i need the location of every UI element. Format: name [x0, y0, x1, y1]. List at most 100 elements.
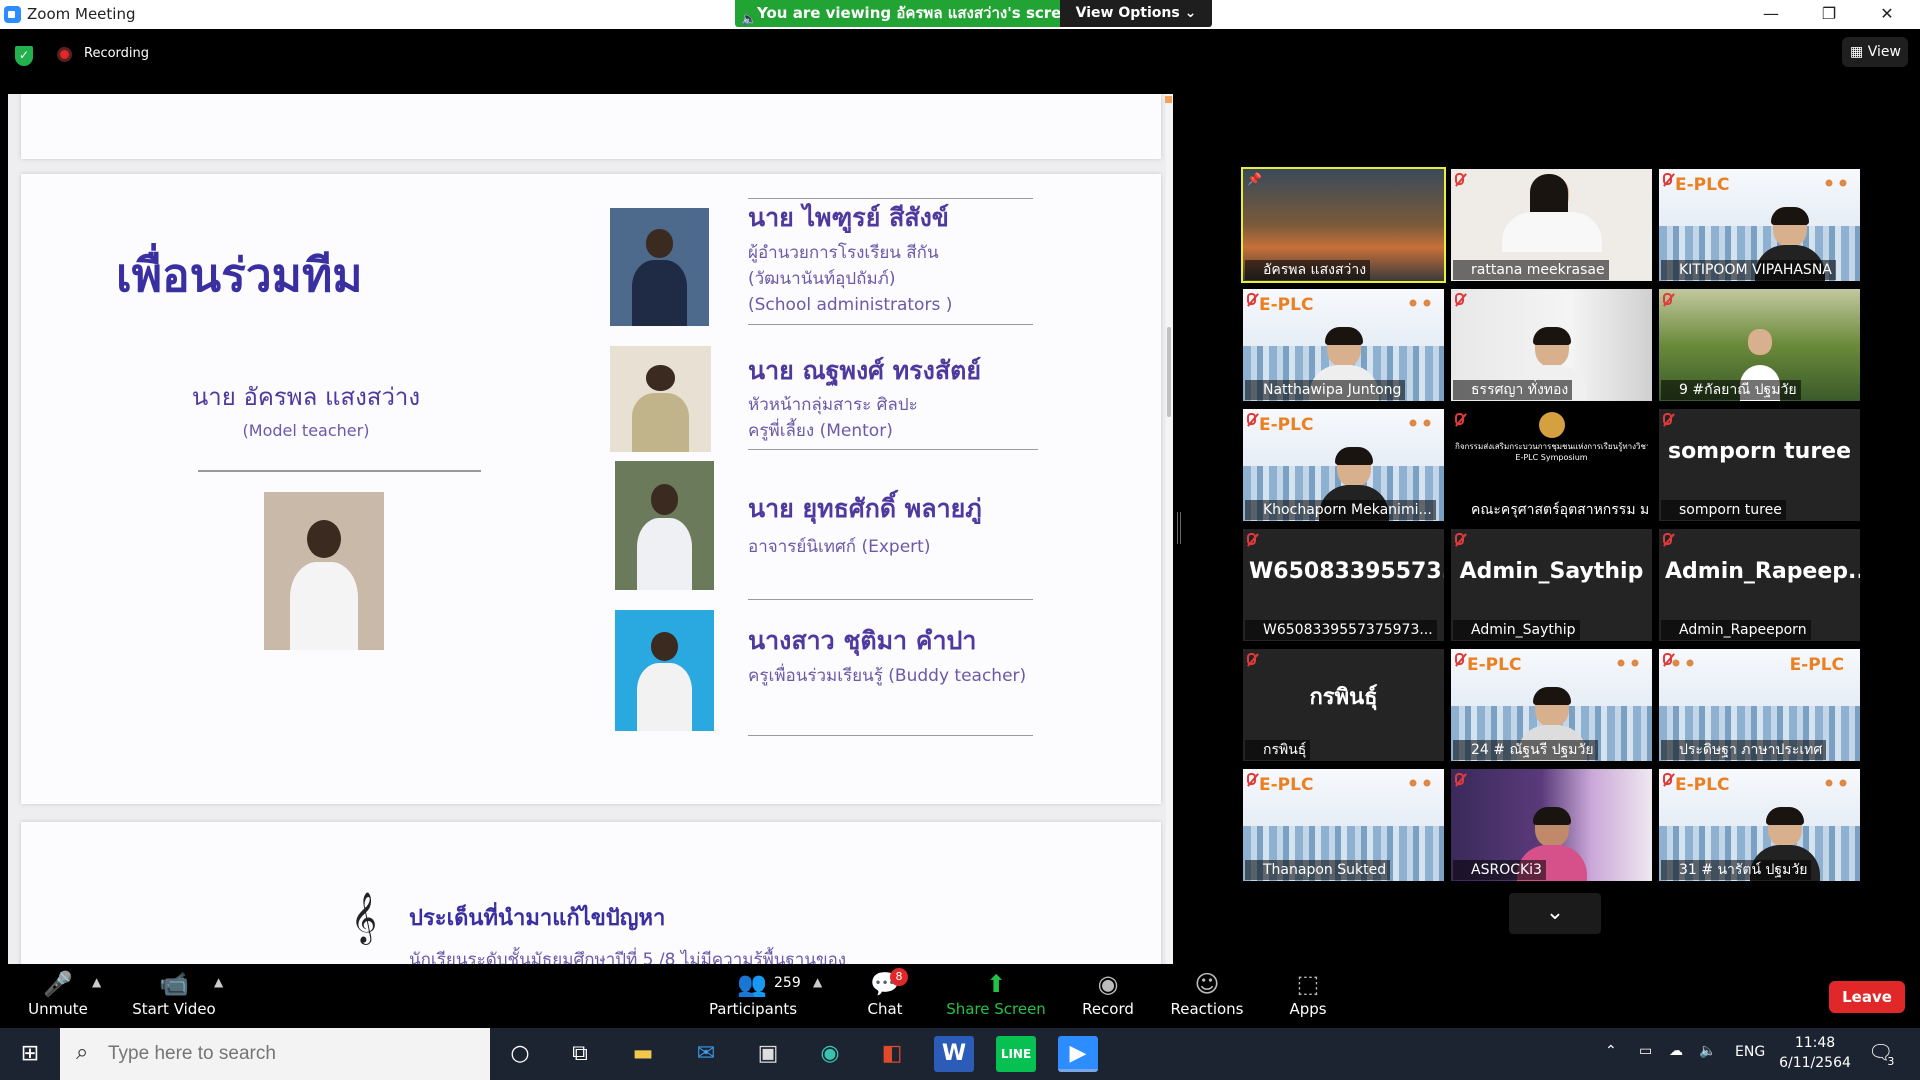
video-tile[interactable]: E-PLC Thanapon Sukted — [1243, 769, 1444, 881]
participant-name: 9 #กัลยาณี ปฐมวัย — [1661, 380, 1801, 400]
video-tile[interactable]: E-PLC KITIPOOM VIPAHASNA — [1659, 169, 1860, 281]
file-explorer-icon[interactable]: ▬ — [623, 1036, 663, 1072]
leave-button[interactable]: Leave — [1829, 981, 1905, 1013]
windows-start-button[interactable]: ⊞ — [0, 1028, 60, 1080]
video-tile[interactable]: 9 #กัลยาณี ปฐมวัย — [1659, 289, 1860, 401]
cortana-icon[interactable]: ○ — [500, 1036, 540, 1072]
network-icon[interactable]: ☁ — [1669, 1043, 1683, 1059]
spotlight-icon: 📌 — [1247, 172, 1262, 186]
muted-mic-icon — [1247, 653, 1256, 665]
muted-mic-icon — [1455, 773, 1464, 785]
video-tile[interactable]: ASROCKi3 — [1451, 769, 1652, 881]
model-teacher-photo — [264, 492, 384, 650]
grid-icon: ▦ — [1850, 44, 1868, 60]
shared-screen: เพื่อนร่วมทีม นาย อัครพล แสงสว่าง (Model… — [8, 94, 1173, 964]
task-view-icon[interactable]: ⧉ — [560, 1036, 600, 1072]
chevron-down-icon: ⌄ — [1545, 900, 1565, 925]
logo-dots — [1406, 777, 1434, 789]
participants-options-caret[interactable]: ▲ — [813, 975, 822, 989]
participant-name: Natthawipa Juntong — [1245, 380, 1406, 400]
symposium-text: กิจกรรมส่งเสริมกระบวนการชุมชนแห่งการเรีย… — [1455, 441, 1648, 463]
treble-clef-icon: 𝄞 — [351, 892, 378, 943]
scroll-marker — [1165, 96, 1172, 103]
restore-button[interactable]: ❐ — [1800, 0, 1858, 29]
taskbar-clock[interactable]: 11:48 6/11/2564 — [1770, 1033, 1860, 1073]
search-icon: ⌕ — [76, 1040, 89, 1065]
video-tile[interactable]: Admin_Rapeep... Admin_Rapeeporn — [1659, 529, 1860, 641]
mail-icon[interactable]: ✉ — [686, 1036, 726, 1072]
person-name-4: นางสาว ชุติมา คำปา — [748, 626, 977, 655]
muted-mic-icon — [1247, 413, 1256, 425]
view-button[interactable]: ▦ View — [1842, 37, 1908, 67]
reactions-icon: ☺ — [1194, 970, 1220, 998]
video-tile[interactable]: E-PLC 31 # นารัตน์ ปฐมวัย — [1659, 769, 1860, 881]
person-photo-4 — [615, 610, 714, 731]
split-resize-handle[interactable] — [1177, 512, 1181, 544]
muted-mic-icon — [1247, 293, 1256, 305]
audio-options-caret[interactable]: ▲ — [92, 975, 101, 989]
participant-name: ประดิษฐา ภาษาประเทศ — [1661, 740, 1827, 760]
divider — [748, 198, 1033, 199]
reactions-button[interactable]: ☺ Reactions — [1157, 968, 1257, 1018]
eplc-logo: E-PLC — [1259, 295, 1314, 315]
zoom-taskbar-icon[interactable]: ▶ — [1058, 1036, 1098, 1072]
language-indicator[interactable]: ENG — [1735, 1044, 1765, 1060]
video-tile[interactable]: rattana meekrasae — [1451, 169, 1652, 281]
video-tile[interactable]: Admin_Saythip Admin_Saythip — [1451, 529, 1652, 641]
muted-mic-icon — [1663, 653, 1672, 665]
video-options-caret[interactable]: ▲ — [214, 975, 223, 989]
show-hidden-icons-icon[interactable]: ⌃ — [1605, 1043, 1617, 1059]
participant-name: ธรรศญา ทั่งทอง — [1453, 380, 1573, 400]
meeting-top-bar — [0, 29, 1920, 79]
muted-mic-icon — [1663, 293, 1672, 305]
record-label: Record — [1082, 1000, 1134, 1018]
edge-icon[interactable]: ◉ — [810, 1036, 850, 1072]
eplc-logo: E-PLC — [1467, 655, 1522, 675]
chat-button[interactable]: 💬 Chat — [835, 968, 935, 1018]
model-teacher-name: นาย อัครพล แสงสว่าง — [191, 383, 421, 411]
video-tile[interactable]: อัครพล แสงสว่าง 📌 — [1241, 167, 1446, 283]
share-screen-button[interactable]: ⬆ Share Screen — [946, 968, 1046, 1018]
video-tile[interactable]: E-PLC Natthawipa Juntong — [1243, 289, 1444, 401]
line-icon[interactable]: LINE — [996, 1036, 1036, 1072]
start-video-button[interactable]: 📹 Start Video — [124, 968, 224, 1018]
person-desc-line: (School administrators ) — [748, 295, 953, 315]
minimize-button[interactable]: — — [1742, 0, 1800, 29]
security-shield-icon[interactable]: ✓ — [15, 46, 33, 66]
video-tile[interactable]: E-PLC 24 # ณัฐนรี ปฐมวัย — [1451, 649, 1652, 761]
speaker-icon: 🔈 — [741, 12, 758, 27]
participant-name: W6508339557375973... — [1245, 620, 1437, 640]
model-teacher-role: (Model teacher) — [242, 421, 370, 440]
video-off-icon: 📹 — [159, 970, 189, 998]
video-tile[interactable]: E-PLC Khochaporn Mekanimi... — [1243, 409, 1444, 521]
slide-team: เพื่อนร่วมทีม นาย อัครพล แสงสว่าง (Model… — [21, 174, 1161, 804]
video-tile[interactable]: กรพินธุ์ กรพินธุ์ — [1243, 649, 1444, 761]
notifications-icon[interactable]: 🗨3 — [1868, 1040, 1900, 1068]
word-icon[interactable]: W — [934, 1036, 974, 1072]
volume-icon[interactable]: 🔈 — [1699, 1043, 1716, 1059]
recording-label: Recording — [84, 46, 150, 61]
person-name-2: นาย ณฐพงศ์ ทรงสัตย์ — [748, 356, 981, 385]
office-icon[interactable]: ◧ — [872, 1036, 912, 1072]
video-tile[interactable]: W65083395573... W6508339557375973... — [1243, 529, 1444, 641]
video-tile[interactable]: E-PLC ประดิษฐา ภาษาประเทศ — [1659, 649, 1860, 761]
taskbar-search[interactable]: ⌕ — [60, 1028, 490, 1080]
window-title: Zoom Meeting — [27, 5, 136, 23]
battery-icon[interactable]: ▭ — [1639, 1043, 1652, 1059]
video-tile[interactable]: ธรรศญา ทั่งทอง — [1451, 289, 1652, 401]
search-input[interactable] — [108, 1041, 468, 1067]
eplc-logo: E-PLC — [1675, 175, 1730, 195]
apps-button[interactable]: ⬚ Apps — [1258, 968, 1358, 1018]
scrollbar-thumb[interactable] — [1167, 327, 1171, 417]
reactions-label: Reactions — [1170, 1000, 1244, 1018]
scrollbar-track[interactable] — [1166, 94, 1173, 964]
record-button[interactable]: ◉ Record — [1058, 968, 1158, 1018]
slide-issue: 𝄞 ประเด็นที่นำมาแก้ไขปัญหา นักเรียนระดับ… — [21, 822, 1161, 964]
view-options-button[interactable]: View Options ⌄ — [1060, 0, 1212, 27]
video-tile[interactable]: กิจกรรมส่งเสริมกระบวนการชุมชนแห่งการเรีย… — [1451, 409, 1652, 521]
store-icon[interactable]: ▣ — [748, 1036, 788, 1072]
video-tile[interactable]: somporn turee somporn turee — [1659, 409, 1860, 521]
muted-mic-icon — [1455, 293, 1464, 305]
close-button[interactable]: ✕ — [1858, 0, 1916, 29]
gallery-next-page-button[interactable]: ⌄ — [1509, 893, 1601, 934]
